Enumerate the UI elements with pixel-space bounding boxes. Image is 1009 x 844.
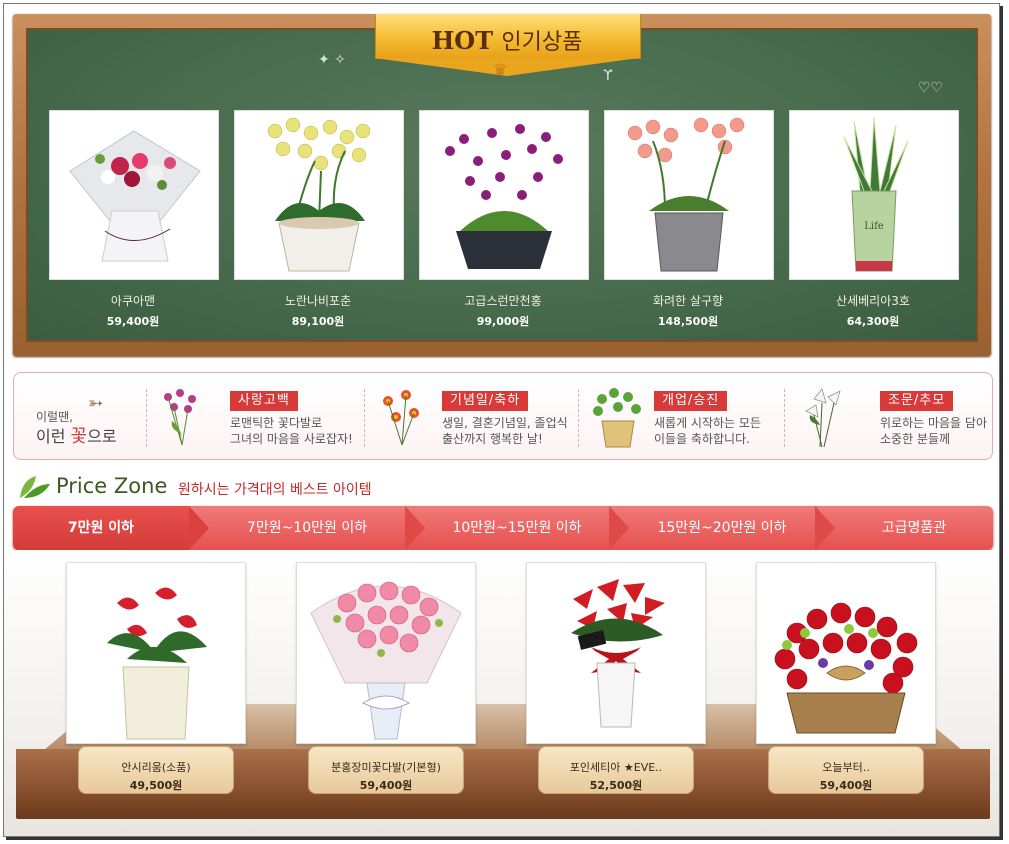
occasion-intro: 이럴땐, 이런 꽃으로 (36, 410, 117, 447)
category-tag[interactable]: 개업/승진 (654, 391, 728, 411)
tab-under-70k[interactable]: 7만원 이하 (13, 506, 189, 550)
category-condolence[interactable]: 조문/추모 위로하는 마음을 담아 소중한 분들께 (794, 385, 987, 451)
product-price: 52,500원 (589, 779, 643, 792)
divider (146, 389, 147, 447)
product-label-plate[interactable]: 분홍장미꽃다발(기본형) 59,400원 (308, 746, 464, 794)
hot-product-card[interactable]: Life 산세베리아3호 64,300원 (789, 110, 959, 329)
sansevieria-pot-image[interactable]: Life (789, 110, 959, 280)
product-price: 59,400원 (359, 779, 413, 792)
product-label-plate[interactable]: 안시리움(소품) 49,500원 (78, 746, 234, 794)
tab-premium[interactable]: 고급명품관 (835, 506, 993, 550)
product-label-plate[interactable]: 오늘부터.. 59,400원 (768, 746, 924, 794)
red-rose-basket-image[interactable] (756, 562, 936, 744)
category-opening[interactable]: 개업/승진 새롭게 시작하는 모든 이들을 축하합니다. (588, 385, 788, 451)
hot-product-price: 148,500원 (657, 315, 719, 328)
divider (364, 389, 365, 447)
hot-product-price: 64,300원 (846, 315, 900, 328)
hot-product-name[interactable]: 고급스런만천홍 (419, 292, 587, 309)
hot-product-card[interactable]: 노란나비포춘 89,100원 (234, 110, 404, 329)
potted-plant-icon (593, 388, 641, 448)
pink-orchid-pot-image[interactable] (604, 110, 774, 280)
product-label-plate[interactable]: 포인세티아 ★EVE.. 52,500원 (538, 746, 694, 794)
hot-product-name[interactable]: 아쿠아맨 (49, 292, 217, 309)
divider (784, 389, 785, 447)
poinsettia-pot-image[interactable] (526, 562, 706, 744)
crown-icon: ♛ (493, 60, 508, 79)
celebration-flowers-icon (383, 390, 419, 446)
hot-product-name[interactable]: 화려한 살구향 (604, 292, 772, 309)
divider (578, 389, 579, 447)
category-love[interactable]: 사랑고백 로맨틱한 꽃다발로 그녀의 마음을 사로잡자! (154, 385, 354, 451)
price-zone-product-card[interactable]: 오늘부터.. 59,400원 (756, 562, 936, 794)
hot-product-card[interactable]: 화려한 살구향 148,500원 (604, 110, 774, 329)
hot-title: HOT 인기상품 (431, 26, 583, 55)
yellow-orchid-pot-image[interactable] (234, 110, 404, 280)
tab-separator (405, 506, 425, 550)
price-range-tabs: 7만원 이하 7만원~10만원 이하 10만원~15만원 이하 15만원~20만… (13, 506, 993, 550)
hot-product-price: 99,000원 (476, 315, 530, 328)
tab-separator (609, 506, 629, 550)
tab-150k-200k[interactable]: 15만원~20만원 이하 (629, 506, 815, 550)
hot-product-name[interactable]: 산세베리아3호 (789, 292, 957, 309)
tab-70k-100k[interactable]: 7만원~10만원 이하 (209, 506, 405, 550)
category-tag[interactable]: 기념일/축하 (442, 391, 529, 411)
price-zone-product-card[interactable]: 분홍장미꽃다발(기본형) 59,400원 (296, 562, 476, 794)
leaf-icon (20, 476, 50, 498)
tab-separator (815, 506, 835, 550)
price-zone-subtitle: 원하시는 가격대의 베스트 아이템 (178, 482, 372, 498)
category-description: 로맨틱한 꽃다발로 그녀의 마음을 사로잡자! (230, 416, 353, 446)
svg-text:Life: Life (864, 221, 884, 232)
hot-product-price: 89,100원 (291, 315, 345, 328)
product-name[interactable]: 분홍장미꽃다발(기본형) (309, 759, 463, 775)
category-description: 위로하는 마음을 담아 소중한 분들께 (880, 416, 987, 446)
product-name[interactable]: 안시리움(소품) (79, 759, 233, 775)
product-price: 59,400원 (819, 779, 873, 792)
tab-separator (189, 506, 209, 550)
hot-product-card[interactable]: 아쿠아맨 59,400원 (49, 110, 219, 329)
category-tag[interactable]: 조문/추모 (880, 391, 954, 411)
product-name[interactable]: 오늘부터.. (769, 759, 923, 775)
hot-product-card[interactable]: 고급스런만천홍 99,000원 (419, 110, 589, 329)
hot-banner: HOT 인기상품 ♛ (375, 14, 641, 79)
hot-product-price: 59,400원 (106, 315, 160, 328)
product-price: 49,500원 (129, 779, 183, 792)
page-frame: ✦ ✧ ϒ ♡♡ HOT 인기상품 ♛ 아쿠아맨 59,400원 노란나비포춘 … (3, 3, 1000, 837)
heart-doodle-icon: ♡♡ (918, 80, 944, 96)
price-zone-title: Price Zone (56, 474, 168, 498)
category-description: 새롭게 시작하는 모든 이들을 축하합니다. (654, 416, 761, 446)
purple-orchid-pot-image[interactable] (419, 110, 589, 280)
occasion-category-bar: ➳ 이럴땐, 이런 꽃으로 사랑고백 로맨틱한 꽃다발로 그녀의 마음을 사로잡자… (13, 372, 993, 460)
category-tag[interactable]: 사랑고백 (230, 391, 298, 411)
price-zone-product-card[interactable]: 포인세티아 ★EVE.. 52,500원 (526, 562, 706, 794)
category-celebration[interactable]: 기념일/축하 생일, 결혼기념일, 졸업식 출산까지 행복한 날! (372, 385, 572, 451)
sparkle-icon: ✦ ✧ (318, 52, 346, 68)
tab-100k-150k[interactable]: 10만원~15만원 이하 (425, 506, 609, 550)
price-zone-product-card[interactable]: 안시리움(소품) 49,500원 (66, 562, 246, 794)
white-lily-icon (805, 388, 841, 448)
product-name[interactable]: 포인세티아 ★EVE.. (539, 759, 693, 775)
hot-products-board: ✦ ✧ ϒ ♡♡ HOT 인기상품 ♛ 아쿠아맨 59,400원 노란나비포춘 … (13, 14, 991, 356)
hot-product-name[interactable]: 노란나비포춘 (234, 292, 402, 309)
anthurium-pot-image[interactable] (66, 562, 246, 744)
love-flowers-icon (164, 389, 196, 446)
pink-rose-bouquet-image[interactable] (296, 562, 476, 744)
category-description: 생일, 결혼기념일, 졸업식 출산까지 행복한 날! (442, 416, 568, 446)
bouquet-white-red-image[interactable] (49, 110, 219, 280)
